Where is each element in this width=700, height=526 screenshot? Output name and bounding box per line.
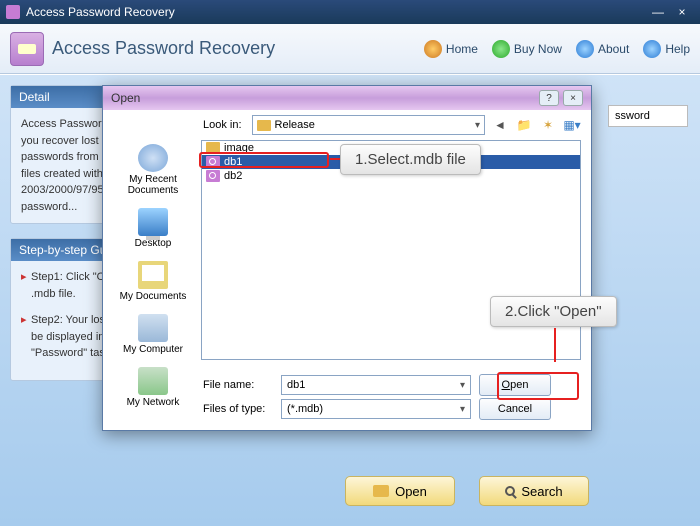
network-icon [138,367,168,395]
close-button[interactable]: × [670,4,694,20]
mdb-icon [206,170,220,182]
nav-home[interactable]: Home [424,40,478,58]
chevron-down-icon: ▾ [460,404,465,415]
minimize-button[interactable]: — [646,4,670,20]
place-computer[interactable]: My Computer [123,314,183,355]
nav-about[interactable]: About [576,40,629,58]
about-icon [576,40,594,58]
lookin-combo[interactable]: Release ▾ [252,115,485,135]
up-icon[interactable]: 📁 [515,116,533,134]
search-button[interactable]: Search [479,476,589,506]
chevron-down-icon: ▾ [460,380,465,391]
dialog-titlebar: Open ? × [103,86,591,110]
annotation-line-2 [554,328,556,362]
newfolder-icon[interactable]: ✶ [539,116,557,134]
folder-icon [373,485,389,497]
filename-combo[interactable]: db1▾ [281,375,471,395]
lookin-label: Look in: [203,119,242,131]
dialog-close-button[interactable]: × [563,90,583,106]
logo-icon [10,32,44,66]
annotation-1: 1.Select.mdb file [340,144,481,175]
buy-icon [492,40,510,58]
window-title: Access Password Recovery [26,5,175,19]
computer-icon [138,314,168,342]
dialog-open-button[interactable]: Open [479,374,551,396]
folder-icon [206,142,220,154]
filetype-combo[interactable]: (*.mdb)▾ [281,399,471,419]
documents-icon [138,261,168,289]
app-title: Access Password Recovery [52,38,275,59]
mdb-icon [206,156,220,168]
place-docs[interactable]: My Documents [120,261,187,302]
back-icon[interactable]: ◄ [491,116,509,134]
open-dialog: Open ? × Look in: Release ▾ ◄ 📁 ✶ ▦▾ My … [102,85,592,431]
places-bar: My Recent Documents Desktop My Documents… [109,140,197,424]
place-recent[interactable]: My Recent Documents [109,144,197,196]
help-icon [643,40,661,58]
filetype-label: Files of type: [203,403,273,415]
desktop-icon [138,208,168,236]
open-button[interactable]: Open [345,476,455,506]
place-network[interactable]: My Network [127,367,180,408]
app-icon [6,5,20,19]
dialog-cancel-button[interactable]: Cancel [479,398,551,420]
folder-icon [257,120,271,131]
home-icon [424,40,442,58]
search-icon [505,486,515,496]
annotation-2: 2.Click "Open" [490,296,617,327]
chevron-down-icon: ▾ [475,120,480,131]
nav-help[interactable]: Help [643,40,690,58]
filename-label: File name: [203,379,273,391]
password-field[interactable]: ssword [608,105,688,127]
dialog-help-button[interactable]: ? [539,90,559,106]
window-titlebar: Access Password Recovery — × [0,0,700,24]
recent-icon [138,144,168,172]
views-icon[interactable]: ▦▾ [563,116,581,134]
app-header: Access Password Recovery Home Buy Now Ab… [0,24,700,74]
place-desktop[interactable]: Desktop [135,208,172,249]
dialog-title: Open [111,91,140,105]
nav-buy[interactable]: Buy Now [492,40,562,58]
